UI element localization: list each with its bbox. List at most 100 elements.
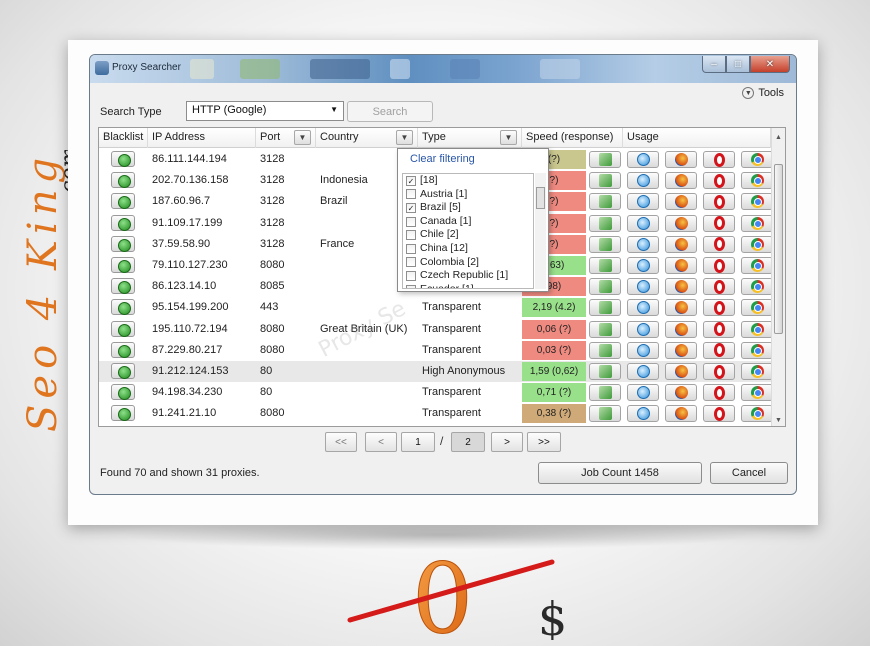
filter-option[interactable]: Austria [1] [403, 188, 533, 202]
blacklist-button[interactable] [111, 235, 135, 252]
firefox-button[interactable] [665, 257, 697, 274]
ie-button[interactable] [627, 235, 659, 253]
opera-button[interactable] [703, 405, 735, 423]
checkbox[interactable]: ✓ [406, 175, 416, 186]
search-button[interactable]: Search [347, 101, 433, 122]
search-type-select[interactable]: HTTP (Google) ▼ [186, 101, 344, 121]
opera-button[interactable] [703, 278, 735, 296]
firefox-button[interactable] [665, 214, 697, 232]
copy-proxy-button[interactable] [589, 363, 621, 380]
ie-button[interactable] [627, 320, 659, 338]
copy-proxy-button[interactable] [589, 193, 621, 211]
port-filter-icon[interactable]: ▼ [294, 130, 311, 145]
copy-proxy-button[interactable] [589, 214, 621, 232]
scroll-down-icon[interactable]: ▼ [775, 417, 782, 424]
checkbox[interactable] [406, 243, 416, 254]
chrome-button[interactable] [741, 278, 773, 296]
firefox-button[interactable] [665, 172, 697, 190]
blacklist-button[interactable] [111, 405, 135, 422]
opera-button[interactable] [703, 151, 735, 168]
filter-option[interactable]: Chile [2] [403, 228, 533, 242]
filter-option[interactable]: Canada [1] [403, 215, 533, 229]
copy-proxy-button[interactable] [589, 278, 621, 296]
checkbox[interactable] [406, 257, 416, 268]
opera-button[interactable] [703, 257, 735, 274]
blacklist-button[interactable] [111, 299, 135, 316]
col-country[interactable]: Country ▼ [316, 128, 418, 148]
copy-proxy-button[interactable] [589, 341, 621, 359]
blacklist-button[interactable] [111, 341, 135, 358]
chrome-button[interactable] [741, 363, 773, 380]
blacklist-button[interactable] [111, 278, 135, 295]
blacklist-button[interactable] [111, 257, 135, 273]
total-pages[interactable]: 2 [451, 432, 485, 452]
ie-button[interactable] [627, 151, 659, 168]
checkbox[interactable] [406, 284, 416, 288]
table-row[interactable]: 95.154.199.200 443 Transparent 2,19 (4.2… [99, 297, 773, 318]
chrome-button[interactable] [741, 172, 773, 190]
filter-scrollbar[interactable] [535, 173, 546, 289]
copy-proxy-button[interactable] [589, 299, 621, 317]
blacklist-button[interactable] [111, 151, 135, 167]
opera-button[interactable] [703, 172, 735, 190]
tools-menu[interactable]: ▼ Tools [742, 87, 784, 99]
table-row[interactable]: 87.229.80.217 8080 Transparent 0,03 (?) [99, 340, 773, 361]
checkbox[interactable] [406, 230, 416, 241]
copy-proxy-button[interactable] [589, 320, 621, 338]
col-port[interactable]: Port ▼ [256, 128, 316, 148]
next-page-button[interactable]: > [491, 432, 523, 452]
opera-button[interactable] [703, 363, 735, 380]
filter-option[interactable]: ✓ Brazil [5] [403, 201, 533, 215]
chrome-button[interactable] [741, 235, 773, 253]
copy-proxy-button[interactable] [589, 235, 621, 253]
minimize-button[interactable]: – [702, 56, 726, 73]
opera-button[interactable] [703, 235, 735, 253]
copy-proxy-button[interactable] [589, 384, 621, 402]
firefox-button[interactable] [665, 320, 697, 338]
chrome-button[interactable] [741, 405, 773, 423]
firefox-button[interactable] [665, 151, 697, 168]
opera-button[interactable] [703, 320, 735, 338]
opera-button[interactable] [703, 299, 735, 317]
col-blacklist[interactable]: Blacklist [99, 128, 148, 148]
filter-option[interactable]: ✓ [18] [403, 174, 533, 188]
scroll-thumb[interactable] [774, 164, 783, 334]
chrome-button[interactable] [741, 341, 773, 359]
blacklist-button[interactable] [111, 384, 135, 401]
close-button[interactable]: ✕ [750, 56, 790, 73]
table-row[interactable]: 91.241.21.10 8080 Transparent 0,38 (?) [99, 403, 773, 424]
firefox-button[interactable] [665, 278, 697, 296]
opera-button[interactable] [703, 193, 735, 211]
prev-page-button[interactable]: < [365, 432, 397, 452]
current-page[interactable]: 1 [401, 432, 435, 452]
opera-button[interactable] [703, 384, 735, 402]
ie-button[interactable] [627, 172, 659, 190]
ie-button[interactable] [627, 278, 659, 296]
filter-option[interactable]: Czech Republic [1] [403, 269, 533, 283]
ie-button[interactable] [627, 299, 659, 317]
job-count-button[interactable]: Job Count 1458 [538, 462, 702, 484]
title-bar[interactable]: Proxy Searcher – □ ✕ [90, 55, 796, 83]
blacklist-button[interactable] [111, 363, 135, 379]
last-page-button[interactable]: >> [527, 432, 561, 452]
checkbox[interactable] [406, 216, 416, 227]
cancel-button[interactable]: Cancel [710, 462, 788, 484]
table-row[interactable]: 91.212.124.153 80 High Anonymous 1,59 (0… [99, 361, 773, 382]
ie-button[interactable] [627, 214, 659, 232]
blacklist-button[interactable] [111, 320, 135, 337]
opera-button[interactable] [703, 341, 735, 359]
firefox-button[interactable] [665, 235, 697, 253]
table-row[interactable]: 195.110.72.194 8080 Great Britain (UK) T… [99, 319, 773, 340]
filter-option[interactable]: China [12] [403, 242, 533, 256]
clear-filtering-link[interactable]: Clear filtering [410, 153, 475, 165]
country-filter-icon[interactable]: ▼ [396, 130, 413, 145]
firefox-button[interactable] [665, 193, 697, 211]
filter-option[interactable]: Ecuador [1] [403, 283, 533, 288]
col-speed[interactable]: Speed (response) [522, 128, 623, 148]
filter-scroll-thumb[interactable] [536, 187, 545, 209]
copy-proxy-button[interactable] [589, 405, 621, 423]
ie-button[interactable] [627, 193, 659, 211]
first-page-button[interactable]: << [325, 432, 357, 452]
type-filter-icon[interactable]: ▼ [500, 130, 517, 145]
table-row[interactable]: 94.198.34.230 80 Transparent 0,71 (?) [99, 382, 773, 403]
